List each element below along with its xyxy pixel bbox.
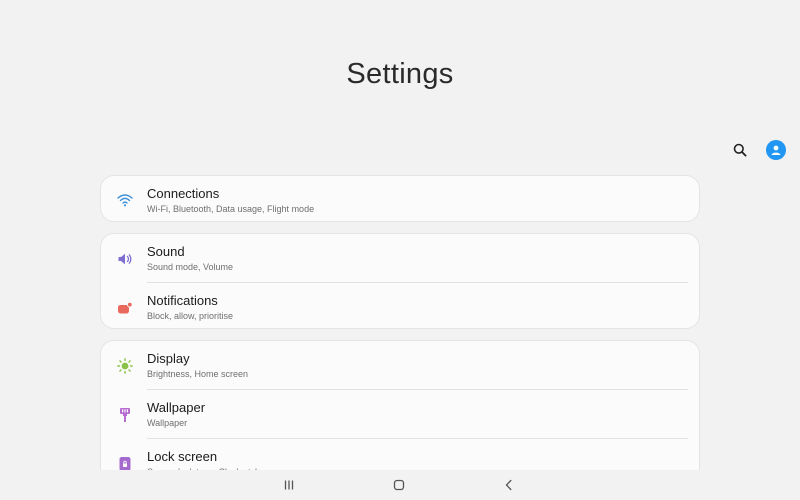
settings-item-notifications[interactable]: Notifications Block, allow, prioritise: [101, 283, 699, 328]
settings-group-display: Display Brightness, Home screen Wallpape…: [100, 340, 700, 490]
notification-icon: [115, 298, 135, 318]
settings-item-subtitle: Sound mode, Volume: [147, 262, 234, 272]
settings-item-label: Sound: [147, 244, 185, 259]
settings-item-sound[interactable]: Sound Sound mode, Volume: [101, 234, 699, 283]
settings-item-label: Notifications: [147, 293, 218, 308]
settings-item-label: Lock screen: [147, 449, 218, 464]
wifi-icon: [115, 190, 135, 210]
settings-item-subtitle: Wi-Fi, Bluetooth, Data usage, Flight mod…: [147, 204, 315, 214]
home-icon[interactable]: [391, 477, 407, 493]
settings-item-wallpaper[interactable]: Wallpaper Wallpaper: [101, 390, 699, 439]
settings-item-label: Connections: [147, 186, 220, 201]
settings-item-label: Wallpaper: [147, 400, 206, 415]
settings-item-connections[interactable]: Connections Wi-Fi, Bluetooth, Data usage…: [101, 176, 699, 221]
settings-group-connections: Connections Wi-Fi, Bluetooth, Data usage…: [100, 175, 700, 222]
profile-button[interactable]: [764, 138, 788, 162]
page-title: Settings: [346, 58, 454, 90]
search-icon[interactable]: [728, 138, 752, 162]
settings-group-sound: Sound Sound mode, Volume Notifications B…: [100, 233, 700, 329]
settings-item-subtitle: Block, allow, prioritise: [147, 311, 234, 321]
top-actions: [728, 138, 788, 162]
brightness-icon: [115, 356, 135, 376]
navigation-bar: [0, 470, 800, 500]
settings-item-subtitle: Brightness, Home screen: [147, 369, 249, 379]
settings-item-label: Display: [147, 351, 190, 366]
wallpaper-icon: [115, 405, 135, 425]
settings-item-display[interactable]: Display Brightness, Home screen: [101, 341, 699, 390]
speaker-icon: [115, 249, 135, 269]
back-icon[interactable]: [501, 477, 517, 493]
account-icon: [766, 140, 786, 160]
recents-icon[interactable]: [281, 477, 297, 493]
settings-item-subtitle: Wallpaper: [147, 418, 188, 428]
